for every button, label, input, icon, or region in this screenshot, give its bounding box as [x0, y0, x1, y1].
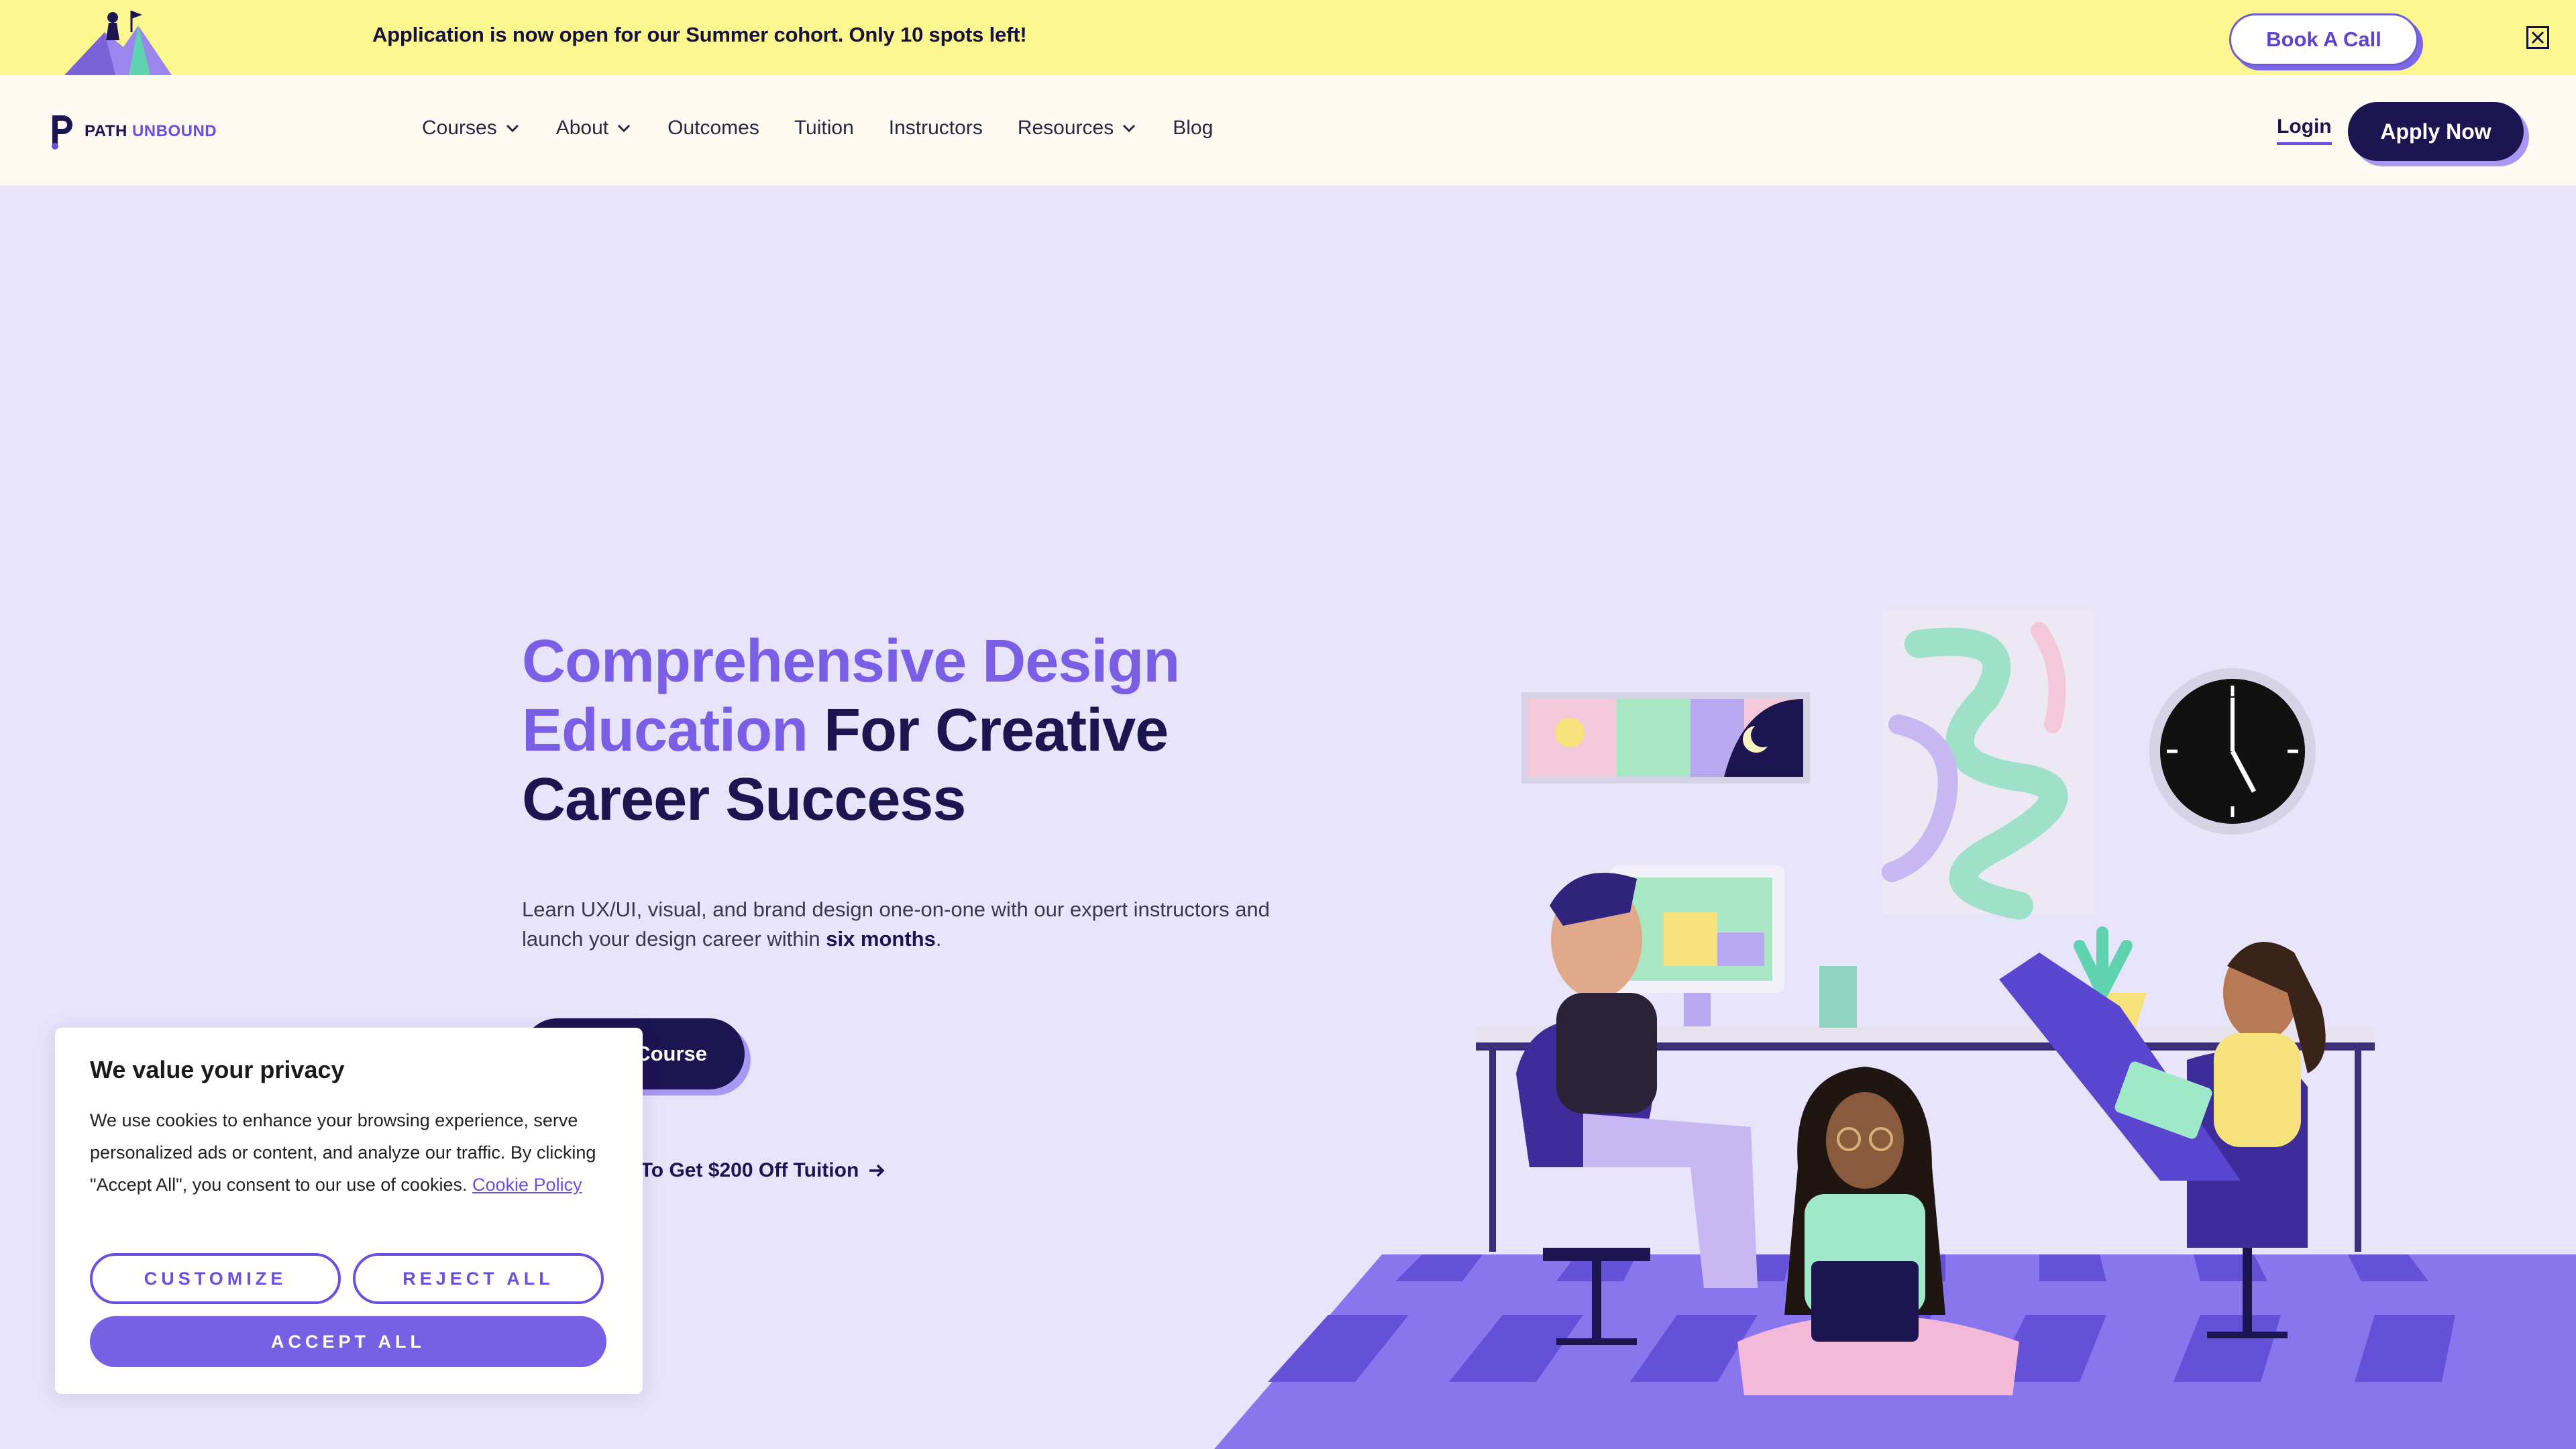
- chevron-down-icon: [618, 124, 631, 133]
- nav-item-label: Courses: [422, 117, 497, 139]
- nav-item-label: Resources: [1017, 117, 1114, 139]
- mountain-climber-illustration: [64, 11, 172, 75]
- reject-all-button[interactable]: REJECT ALL: [353, 1253, 604, 1304]
- cookie-title: We value your privacy: [90, 1056, 345, 1083]
- logo-text: PATH UNBOUND: [85, 122, 217, 141]
- nav-item-about[interactable]: About: [556, 117, 633, 140]
- nav-item-label: Instructors: [888, 117, 983, 139]
- squiggle-poster: [1882, 610, 2096, 920]
- nav-item-label: About: [555, 117, 609, 139]
- nav-item-instructors[interactable]: Instructors: [889, 117, 983, 140]
- nav-menu: Courses About Outcomes Tuition Instructo…: [422, 117, 1213, 140]
- login-link[interactable]: Login: [2277, 115, 2332, 145]
- cookie-secondary-actions: CUSTOMIZE REJECT ALL: [90, 1253, 604, 1304]
- announcement-banner: Application is now open for our Summer c…: [0, 0, 2576, 75]
- chevron-down-icon: [1123, 124, 1136, 133]
- nav-item-tuition[interactable]: Tuition: [794, 117, 854, 140]
- cookie-body: We use cookies to enhance your browsing …: [90, 1104, 613, 1201]
- nav-item-blog[interactable]: Blog: [1173, 117, 1213, 140]
- book-a-call-button[interactable]: Book A Call: [2229, 13, 2418, 66]
- nav-item-label: Blog: [1173, 117, 1214, 139]
- nav-item-courses[interactable]: Courses: [422, 117, 521, 140]
- wall-clock: [2149, 668, 2316, 835]
- logo-mark-icon: [52, 115, 72, 150]
- logo-text-path: PATH: [85, 122, 127, 140]
- nav-item-outcomes[interactable]: Outcomes: [667, 117, 759, 140]
- customize-button[interactable]: CUSTOMIZE: [90, 1253, 341, 1304]
- arrow-right-icon: [869, 1164, 885, 1177]
- hero-studio-illustration: [1214, 610, 2576, 1449]
- person-with-laptop: [1737, 1067, 2019, 1395]
- accept-all-button[interactable]: ACCEPT ALL: [90, 1316, 606, 1367]
- announcement-text: Application is now open for our Summer c…: [372, 23, 1027, 46]
- logo[interactable]: PATH UNBOUND: [50, 113, 217, 150]
- close-banner-button[interactable]: [2526, 26, 2549, 49]
- hero-subtitle-emphasis: six months: [826, 927, 936, 951]
- close-icon: [2531, 31, 2544, 44]
- main-navigation: PATH UNBOUND Courses About Outcomes Tuit…: [0, 75, 2576, 186]
- hero-subtitle-end: .: [935, 927, 942, 951]
- cookie-policy-link[interactable]: Cookie Policy: [472, 1175, 582, 1195]
- logo-text-unbound: UNBOUND: [131, 122, 217, 140]
- sun-moon-painting: [1521, 692, 1810, 784]
- nav-item-label: Tuition: [794, 117, 854, 139]
- apply-now-button[interactable]: Apply Now: [2348, 102, 2524, 161]
- nav-item-resources[interactable]: Resources: [1018, 117, 1138, 140]
- chevron-down-icon: [506, 124, 519, 133]
- pencil-cup: [1819, 966, 1857, 1028]
- nav-item-label: Outcomes: [667, 117, 759, 139]
- cookie-consent-dialog: We value your privacy We use cookies to …: [55, 1028, 643, 1394]
